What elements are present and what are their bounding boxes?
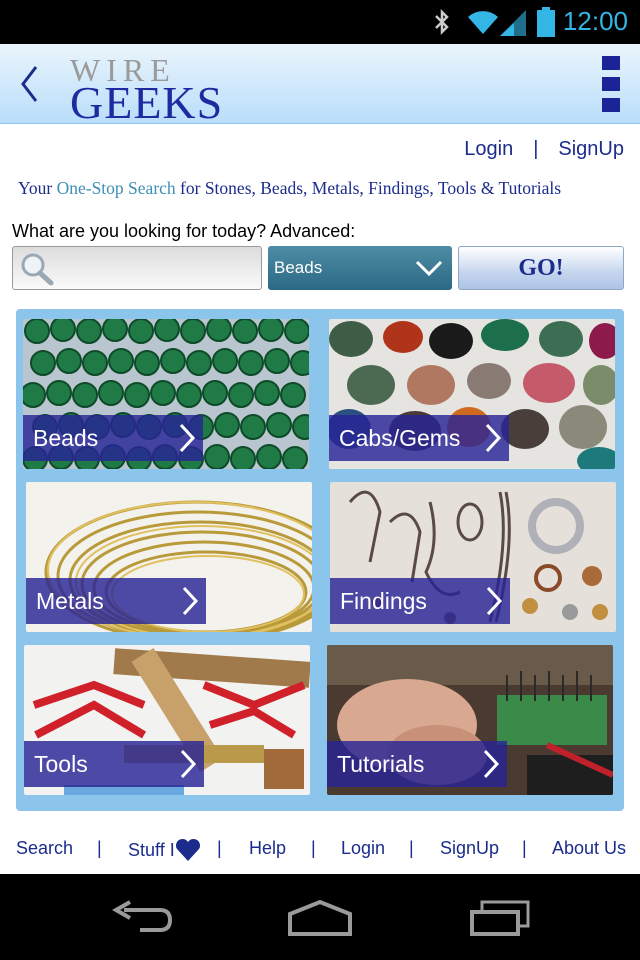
metals-label-text: Metals — [36, 588, 104, 614]
signup-link[interactable]: SignUp — [558, 138, 624, 160]
footer-separator: | — [97, 838, 102, 858]
tagline-prefix: Your — [18, 178, 57, 198]
menu-icon[interactable] — [602, 56, 620, 112]
auth-links: Login | SignUp — [464, 138, 624, 161]
go-button-label: GO! — [518, 255, 564, 281]
app-header: WIRE GEEKS — [0, 44, 640, 128]
chevron-right-icon — [486, 586, 503, 616]
home-icon[interactable] — [286, 900, 354, 936]
chevron-right-icon — [483, 749, 500, 779]
back-arrow-icon[interactable] — [18, 64, 42, 104]
beads-label-text: Beads — [33, 425, 99, 451]
clock: 12:00 — [562, 6, 628, 36]
category-tile-metals[interactable]: Metals — [26, 482, 312, 632]
category-select[interactable]: Beads — [268, 246, 452, 290]
category-label-findings: Findings — [330, 578, 510, 624]
footer-stuff-link[interactable]: Stuff I — [128, 838, 201, 862]
search-icon — [21, 253, 54, 286]
chevron-down-icon — [415, 260, 443, 277]
heart-icon — [175, 838, 200, 861]
go-button[interactable]: GO! — [458, 246, 624, 290]
tutorials-label-text: Tutorials — [337, 751, 425, 777]
footer-signup-link[interactable]: SignUp — [440, 838, 499, 859]
wire-geeks-logo[interactable]: WIRE GEEKS — [64, 50, 234, 128]
search-input[interactable] — [57, 253, 253, 283]
tagline-suffix: for Stones, Beads, Metals, Findings, Too… — [175, 178, 562, 198]
category-tile-beads[interactable]: Beads — [23, 319, 309, 469]
chevron-right-icon — [179, 423, 196, 453]
search-box[interactable] — [12, 246, 262, 290]
signal-icon — [500, 10, 526, 36]
logo-geeks: GEEKS — [70, 77, 224, 128]
footer-stuff-text: Stuff I — [128, 840, 175, 860]
bluetooth-icon — [435, 8, 449, 36]
footer-search-link[interactable]: Search — [16, 838, 73, 859]
wifi-icon — [468, 11, 498, 34]
category-label-metals: Metals — [26, 578, 206, 624]
battery-icon — [537, 7, 555, 37]
back-icon[interactable] — [110, 900, 174, 936]
chevron-right-icon — [182, 586, 199, 616]
tagline: Your One-Stop Search for Stones, Beads, … — [18, 178, 628, 199]
category-select-value: Beads — [274, 258, 323, 277]
footer-separator: | — [409, 838, 414, 858]
category-label-tools: Tools — [24, 741, 204, 787]
footer-separator: | — [311, 838, 316, 858]
footer-login-link[interactable]: Login — [341, 838, 385, 859]
chevron-right-icon — [180, 749, 197, 779]
login-link[interactable]: Login — [464, 138, 513, 160]
tagline-highlight: One-Stop Search — [56, 178, 176, 198]
findings-label-text: Findings — [340, 588, 427, 614]
recent-apps-icon[interactable] — [468, 900, 532, 936]
category-tile-cabs-gems[interactable]: Cabs/Gems — [329, 319, 615, 469]
system-nav-bar — [0, 874, 640, 960]
footer-separator: | — [522, 838, 527, 858]
tools-label-text: Tools — [34, 751, 88, 777]
footer-nav: Search | Stuff I | Help | Login | SignUp… — [0, 826, 640, 870]
category-tile-tutorials[interactable]: Tutorials — [327, 645, 613, 795]
search-question: What are you looking for today? Advanced… — [12, 221, 356, 241]
category-label-tutorials: Tutorials — [327, 741, 507, 787]
category-grid: Beads Cabs/Gems Metals Findings Tools Tu… — [16, 309, 624, 811]
footer-separator: | — [217, 838, 222, 858]
footer-about-link[interactable]: About Us — [552, 838, 626, 859]
chevron-right-icon — [485, 423, 502, 453]
cabs-gems-label-text: Cabs/Gems — [339, 425, 461, 451]
footer-help-link[interactable]: Help — [249, 838, 286, 859]
category-tile-findings[interactable]: Findings — [330, 482, 616, 632]
auth-separator: | — [533, 138, 539, 160]
category-tile-tools[interactable]: Tools — [24, 645, 310, 795]
category-label-beads: Beads — [23, 415, 203, 461]
status-bar: 12:00 — [0, 0, 640, 44]
category-label-cabs-gems: Cabs/Gems — [329, 415, 509, 461]
